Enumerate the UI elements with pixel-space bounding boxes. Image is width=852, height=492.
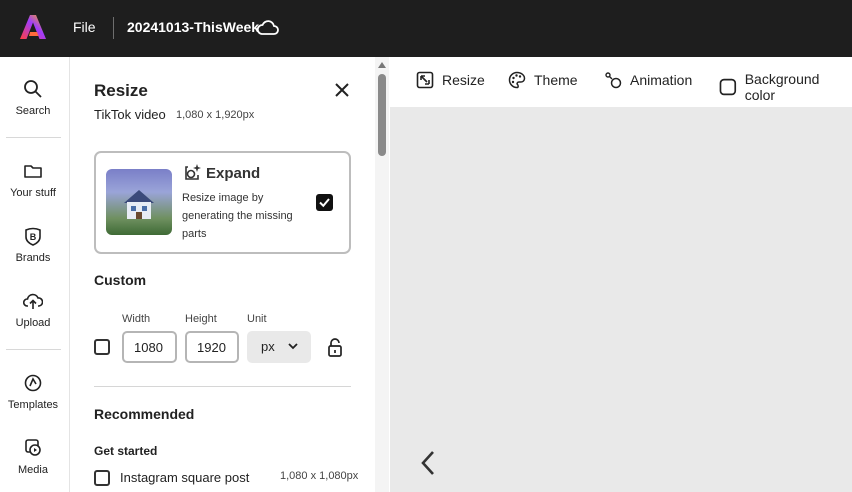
design-canvas[interactable] [390,107,852,492]
brand-icon: B [25,227,41,246]
height-label: Height [185,313,217,325]
svg-text:B: B [30,232,37,242]
nav-item-media[interactable]: Media [0,438,66,476]
generative-expand-icon [185,164,201,180]
theme-button[interactable]: Theme [508,71,578,89]
nav-item-your-stuff[interactable]: Your stuff [0,161,66,199]
custom-size-checkbox[interactable] [94,339,110,355]
nav-divider [6,137,61,138]
divider [113,17,114,39]
background-color-label: Background color [744,71,820,103]
nav-divider [6,349,61,350]
house-image-icon [124,190,154,219]
nav-label: Your stuff [10,187,56,199]
unlock-aspect-ratio-icon[interactable] [326,337,344,357]
adobe-express-logo-icon[interactable] [20,14,46,40]
nav-item-templates[interactable]: Templates [0,373,66,411]
instagram-square-checkbox[interactable] [94,470,110,486]
preset-name: TikTok video [94,107,166,122]
document-title[interactable]: 20241013-ThisWeek [127,19,259,35]
canvas-toolbar: Resize Theme Animation Background color [390,57,852,107]
custom-section-title: Custom [94,272,147,288]
nav-label: Templates [7,399,59,411]
recommended-section-title: Recommended [94,406,195,422]
chevron-left-icon[interactable] [418,449,438,477]
nav-label: Search [15,105,51,117]
media-icon [25,439,41,456]
resize-button[interactable]: Resize [416,71,485,89]
nav-label: Brands [15,252,51,264]
expand-thumbnail-image [106,169,172,235]
nav-item-search[interactable]: Search [0,79,66,117]
file-menu-button[interactable]: File [73,19,96,35]
nav-item-upload[interactable]: Upload [0,291,66,329]
nav-item-brands[interactable]: B Brands [0,226,66,264]
expand-option-card[interactable]: Expand Resize image by generating the mi… [94,151,351,254]
panel-title: Resize [94,81,148,100]
height-input[interactable]: 1920 [185,331,239,363]
unit-label: Unit [247,313,267,325]
expand-checkbox[interactable] [316,194,333,211]
expand-title: Expand [206,165,261,182]
width-label: Width [122,313,151,325]
resize-icon [416,71,434,89]
scrollbar-thumb[interactable] [378,74,386,156]
unit-value: px [261,339,275,354]
palette-icon [508,71,526,89]
color-swatch-icon [719,78,737,96]
preset-option-label[interactable]: Instagram square post [120,470,249,485]
folder-icon [24,165,42,178]
width-input[interactable]: 1080 [122,331,177,363]
top-bar: File 20241013-ThisWeek [0,0,852,57]
upload-cloud-icon [23,293,43,309]
preset-size: 1,080 x 1,920px [176,109,255,121]
chevron-down-icon [288,343,298,350]
animation-button[interactable]: Animation [604,71,692,89]
theme-label: Theme [534,72,578,88]
animation-label: Animation [630,72,693,88]
cloud-sync-icon[interactable] [256,17,280,39]
resize-panel: Resize TikTok video 1,080 x 1,920px Expa… [71,57,375,492]
resize-label: Resize [442,72,485,88]
templates-icon [24,374,42,392]
animation-icon [605,72,622,89]
group-title: Get started [94,444,158,458]
unit-select[interactable]: px [247,331,311,363]
background-color-button[interactable]: Background color [719,71,852,103]
preset-option-size: 1,080 x 1,080px [280,470,359,482]
nav-label: Media [18,464,48,476]
checkmark-icon [319,198,330,208]
close-icon[interactable] [333,81,351,99]
left-navigation: Search Your stuff B Brands Upload Templa… [0,57,70,492]
expand-description: Resize image by generating the missing p… [182,192,293,240]
scroll-up-icon[interactable] [378,62,386,68]
nav-label: Upload [15,317,51,329]
search-icon [24,80,42,98]
divider [94,386,351,387]
